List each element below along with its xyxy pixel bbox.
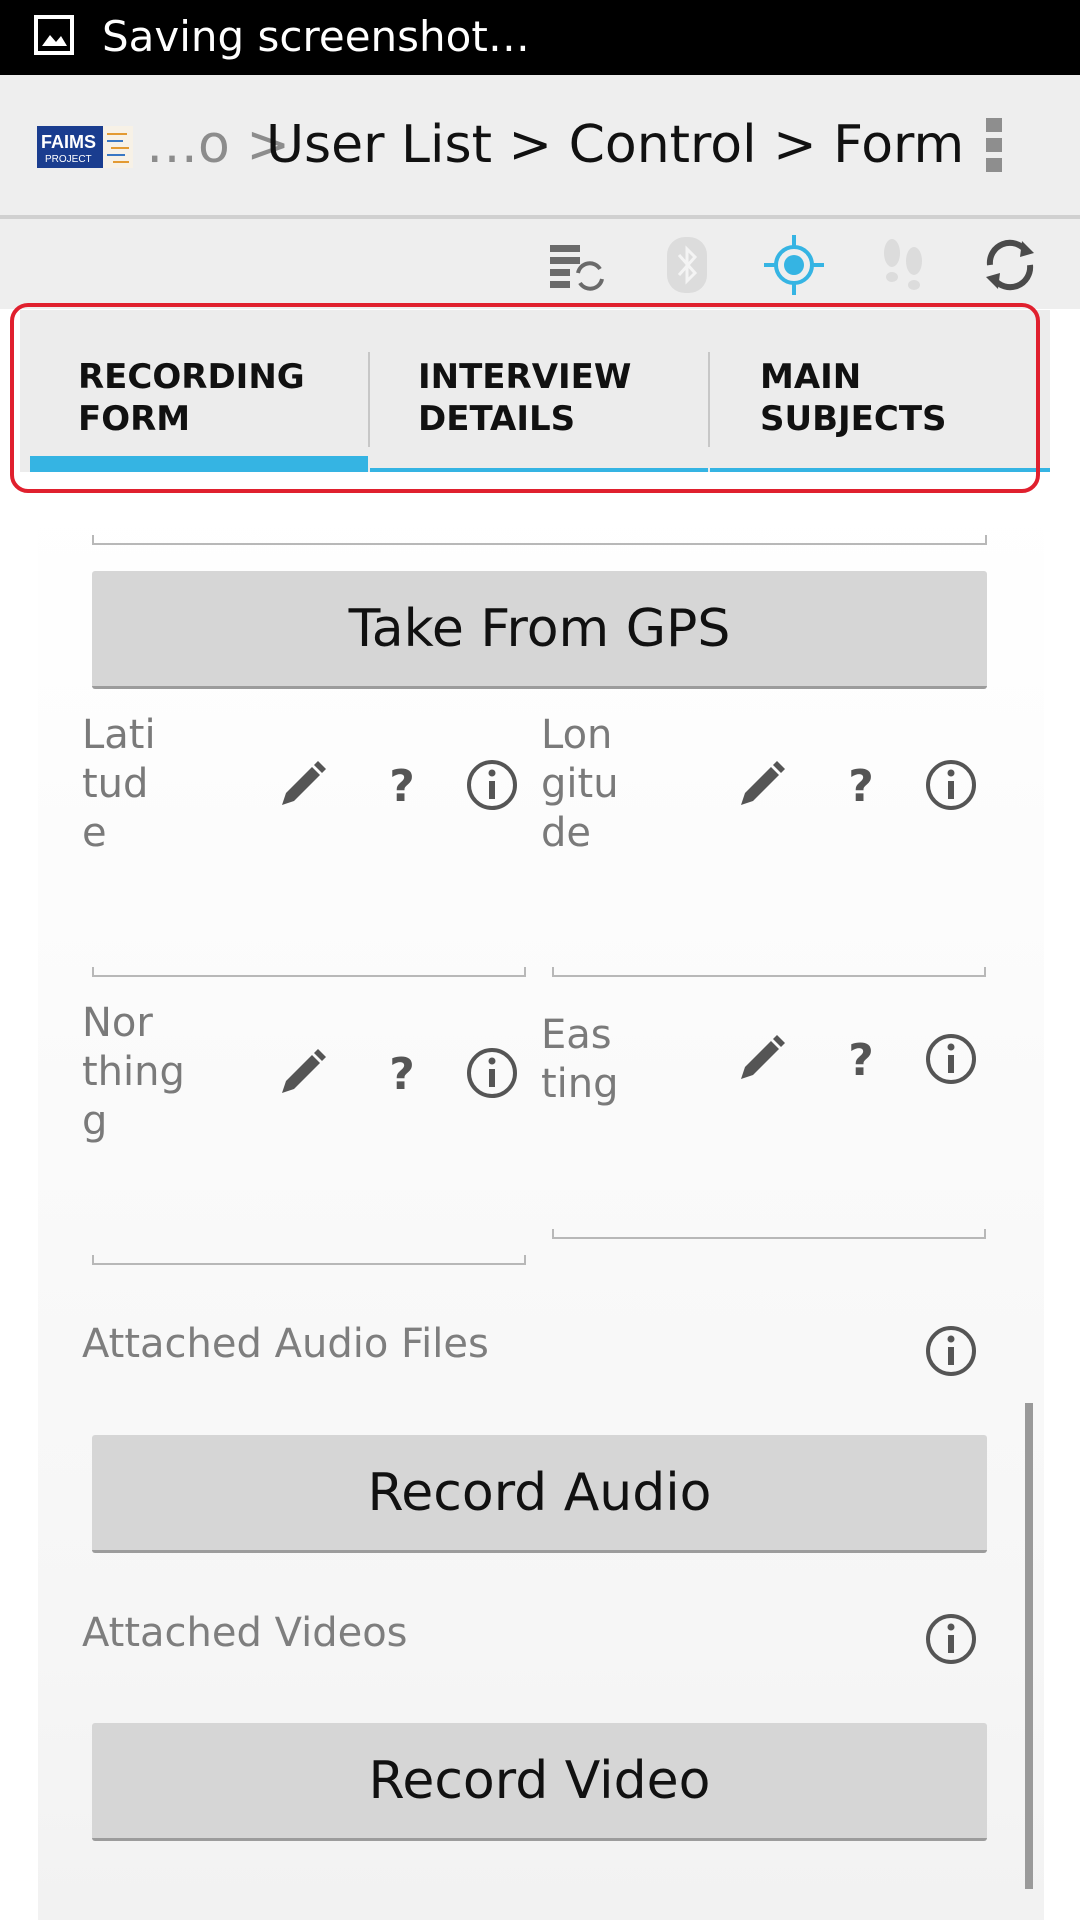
easting-input[interactable] [552, 1229, 986, 1239]
info-icon[interactable] [923, 757, 979, 813]
text-field-underline[interactable] [92, 535, 987, 545]
gps-icon[interactable] [762, 233, 826, 297]
svg-text:?: ? [389, 1049, 415, 1100]
svg-text:PROJECT: PROJECT [45, 154, 92, 165]
record-audio-button[interactable]: Record Audio [92, 1435, 987, 1553]
info-icon[interactable] [464, 1045, 520, 1101]
overflow-menu-icon[interactable] [986, 118, 1004, 178]
svg-text:?: ? [848, 1035, 874, 1086]
pencil-icon[interactable] [733, 1031, 789, 1087]
easting-label: Eas ting [541, 1012, 619, 1107]
status-text: Saving screenshot… [102, 12, 530, 61]
longitude-label: Lon gitu de [541, 712, 619, 856]
help-icon[interactable]: ? [374, 1045, 430, 1101]
latitude-label: Lati tud e [82, 712, 156, 856]
longitude-input[interactable] [552, 967, 986, 977]
faims-logo[interactable]: FAIMS PROJECT [37, 126, 133, 168]
svg-text:?: ? [848, 761, 874, 812]
status-bar: Saving screenshot… [0, 0, 1080, 75]
pencil-icon[interactable] [274, 1045, 330, 1101]
info-icon[interactable] [923, 1611, 979, 1667]
help-icon[interactable]: ? [374, 757, 430, 813]
help-icon[interactable]: ? [833, 1031, 889, 1087]
refresh-icon[interactable] [978, 233, 1042, 297]
info-icon[interactable] [464, 757, 520, 813]
attached-videos-label: Attached Videos [82, 1610, 408, 1656]
action-bar: FAIMS PROJECT …o > User List > Control >… [0, 75, 1080, 219]
sync-settings-icon[interactable] [544, 233, 608, 297]
info-icon[interactable] [923, 1031, 979, 1087]
footprints-icon[interactable] [870, 233, 934, 297]
tabs-highlight [10, 303, 1040, 493]
help-icon[interactable]: ? [833, 757, 889, 813]
attached-audio-files-label: Attached Audio Files [82, 1321, 489, 1367]
svg-text:?: ? [389, 761, 415, 812]
northing-input[interactable] [92, 1255, 526, 1265]
record-video-button[interactable]: Record Video [92, 1723, 987, 1841]
form-content: Take From GPS Lati tud e ? Lon gitu de ?… [38, 493, 1044, 1920]
northing-label: Nor thing g [82, 1000, 185, 1144]
bluetooth-icon[interactable] [655, 233, 719, 297]
scrollbar[interactable] [1025, 1403, 1033, 1889]
pencil-icon[interactable] [274, 757, 330, 813]
svg-text:FAIMS: FAIMS [41, 132, 96, 152]
take-from-gps-button[interactable]: Take From GPS [92, 571, 987, 689]
breadcrumb[interactable]: User List > Control > Form [266, 115, 964, 175]
info-icon[interactable] [923, 1323, 979, 1379]
pencil-icon[interactable] [733, 757, 789, 813]
status-icons-row [0, 219, 1080, 309]
screenshot-icon [34, 15, 74, 55]
latitude-input[interactable] [92, 967, 526, 977]
